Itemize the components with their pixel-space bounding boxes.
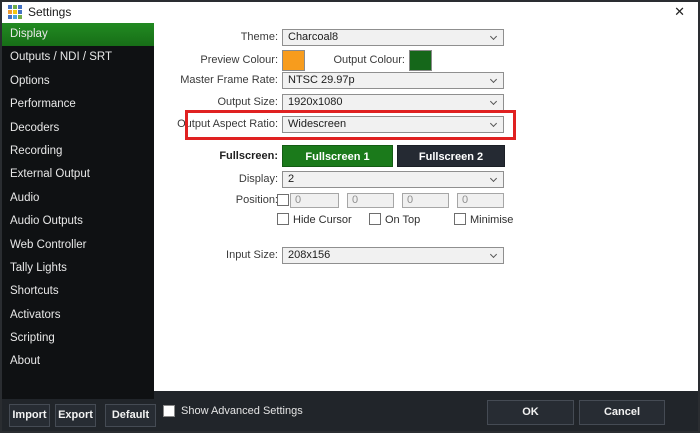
export-button[interactable]: Export [55,404,96,427]
show-advanced-settings-label: Show Advanced Settings [181,405,303,417]
chevron-down-icon [490,120,497,127]
default-button[interactable]: Default [105,404,156,427]
output-aspect-ratio-label: Output Aspect Ratio: [154,116,278,133]
theme-select[interactable]: Charcoal8 [282,29,504,46]
minimise-checkbox[interactable] [454,213,466,225]
chevron-down-icon [490,98,497,105]
sidebar: Display Outputs / NDI / SRT Options Perf… [2,23,154,399]
on-top-checkbox[interactable] [369,213,381,225]
master-frame-rate-label: Master Frame Rate: [154,72,278,89]
output-colour-swatch[interactable] [409,50,432,71]
fullscreen-1-button[interactable]: Fullscreen 1 [282,145,393,167]
sidebar-item-about[interactable]: About [2,350,154,373]
fullscreen-2-button[interactable]: Fullscreen 2 [397,145,505,167]
sidebar-item-outputs-ndi-srt[interactable]: Outputs / NDI / SRT [2,46,154,69]
output-size-label: Output Size: [154,94,278,111]
sidebar-item-scripting[interactable]: Scripting [2,327,154,350]
sidebar-item-options[interactable]: Options [2,70,154,93]
hide-cursor-checkbox[interactable] [277,213,289,225]
position-x-input[interactable]: 0 [290,193,339,208]
output-size-select[interactable]: 1920x1080 [282,94,504,111]
close-icon[interactable]: ✕ [674,4,685,20]
window-title: Settings [28,5,71,19]
title-bar: Settings ✕ [2,2,698,23]
sidebar-item-shortcuts[interactable]: Shortcuts [2,280,154,303]
input-size-select[interactable]: 208x156 [282,247,504,264]
sidebar-item-activators[interactable]: Activators [2,304,154,327]
position-label: Position: [154,192,278,209]
sidebar-item-tally-lights[interactable]: Tally Lights [2,257,154,280]
sidebar-item-web-controller[interactable]: Web Controller [2,234,154,257]
show-advanced-settings-checkbox[interactable] [163,405,175,417]
position-height-input[interactable]: 0 [457,193,504,208]
hide-cursor-label: Hide Cursor [293,214,352,227]
display-select[interactable]: 2 [282,171,504,188]
sidebar-item-recording[interactable]: Recording [2,140,154,163]
cancel-button[interactable]: Cancel [579,400,665,425]
sidebar-item-audio[interactable]: Audio [2,187,154,210]
ok-button[interactable]: OK [487,400,574,425]
on-top-label: On Top [385,214,420,227]
chevron-down-icon [490,175,497,182]
minimise-label: Minimise [470,214,513,227]
display-settings-panel: Theme: Charcoal8 Preview Colour: Output … [154,23,700,391]
sidebar-item-audio-outputs[interactable]: Audio Outputs [2,210,154,233]
display-label: Display: [154,171,278,188]
fullscreen-label: Fullscreen: [154,148,278,165]
sidebar-item-performance[interactable]: Performance [2,93,154,116]
output-colour-label: Output Colour: [154,52,405,69]
sidebar-item-decoders[interactable]: Decoders [2,117,154,140]
theme-label: Theme: [154,29,278,46]
import-button[interactable]: Import [9,404,50,427]
sidebar-item-external-output[interactable]: External Output [2,163,154,186]
settings-window: Settings ✕ Display Outputs / NDI / SRT O… [0,0,700,433]
master-frame-rate-select[interactable]: NTSC 29.97p [282,72,504,89]
position-checkbox[interactable] [277,194,289,206]
settings-grid-icon [8,5,22,19]
position-width-input[interactable]: 0 [402,193,449,208]
output-aspect-ratio-select[interactable]: Widescreen [282,116,504,133]
input-size-label: Input Size: [154,247,278,264]
chevron-down-icon [490,76,497,83]
position-y-input[interactable]: 0 [347,193,394,208]
chevron-down-icon [490,251,497,258]
chevron-down-icon [490,33,497,40]
sidebar-item-display[interactable]: Display [2,23,154,46]
